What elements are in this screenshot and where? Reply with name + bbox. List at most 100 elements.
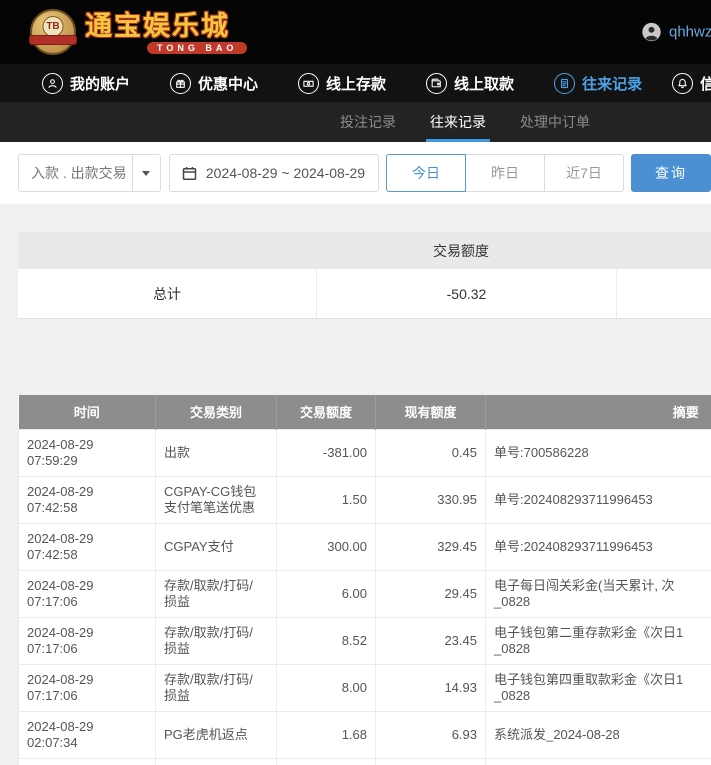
table-row: 2024-08-29 07:17:06 存款/取款/打码/ 损益 6.00 29… xyxy=(19,570,711,617)
date-range-value: 2024-08-29 ~ 2024-08-29 xyxy=(206,165,365,181)
bell-icon xyxy=(672,73,693,94)
table-row: 2024-08-29 07:17:06 存款/取款/打码/ 损益 8.00 14… xyxy=(19,664,711,711)
nav-label: 往来记录 xyxy=(582,73,642,94)
nav-label: 线上取款 xyxy=(454,73,514,94)
col-header-balance: 现有额度 xyxy=(376,395,486,429)
cell-amount: 1.48 xyxy=(277,758,376,765)
quick-filter-yesterday[interactable]: 昨日 xyxy=(465,154,545,192)
logo-tb-monogram: TB xyxy=(43,16,64,37)
table-row: 2024-08-29 02:07:34 PG老虎机返点 1.68 6.93 系统… xyxy=(19,711,711,758)
site-logo[interactable]: TB 通宝娱乐城 TONG BAO xyxy=(30,9,247,55)
nav-item-transactions[interactable]: 往来记录 xyxy=(554,73,642,94)
col-header-time: 时间 xyxy=(19,395,156,429)
cell-balance: 330.95 xyxy=(376,476,486,523)
cell-summary: 单号:700586228 xyxy=(486,429,711,476)
quick-filter-today[interactable]: 今日 xyxy=(386,154,466,192)
cell-summary: 电子钱包第二重存款彩金《次日1 _0828 xyxy=(486,617,711,664)
summary-total-label: 总计 xyxy=(18,269,317,318)
cell-type: CGPAY-CG钱包 支付笔笔送优惠 xyxy=(156,476,277,523)
cell-time: 2024-08-29 07:42:58 xyxy=(19,476,156,523)
col-header-summary: 摘要 xyxy=(486,395,711,429)
table-row: 2024-08-29 02:07:34 PP老虎机返点 1.48 5.25 系统… xyxy=(19,758,711,765)
cell-type: 出款 xyxy=(156,429,277,476)
cell-time: 2024-08-29 02:07:34 xyxy=(19,758,156,765)
transactions-table: 时间 交易类别 交易额度 现有额度 摘要 2024-08-29 07:59:29… xyxy=(18,395,711,765)
cell-summary: 电子钱包第四重取款彩金《次日1 _0828 xyxy=(486,664,711,711)
cell-type: 存款/取款/打码/ 损益 xyxy=(156,664,277,711)
nav-item-messages[interactable]: 信息 xyxy=(672,73,711,94)
date-range-input[interactable]: 2024-08-29 ~ 2024-08-29 xyxy=(169,154,379,192)
summary-empty-cell xyxy=(617,269,711,318)
nav-item-promotions[interactable]: 优惠中心 xyxy=(170,73,258,94)
table-row: 2024-08-29 07:59:29 出款 -381.00 0.45 单号:7… xyxy=(19,429,711,476)
cell-amount: 6.00 xyxy=(277,570,376,617)
cell-balance: 23.45 xyxy=(376,617,486,664)
quick-date-group: 今日 昨日 近7日 xyxy=(386,154,624,192)
cell-summary: 系统派发_2024-08-28 xyxy=(486,758,711,765)
logo-text: 通宝娱乐城 TONG BAO xyxy=(85,11,247,54)
deposit-icon xyxy=(298,73,319,94)
cell-balance: 329.45 xyxy=(376,523,486,570)
nav-label: 线上存款 xyxy=(326,73,386,94)
records-icon xyxy=(554,73,575,94)
nav-label: 优惠中心 xyxy=(198,73,258,94)
cell-balance: 14.93 xyxy=(376,664,486,711)
cell-time: 2024-08-29 07:17:06 xyxy=(19,617,156,664)
cell-summary: 单号:202408293711996453 xyxy=(486,523,711,570)
top-header: TB 通宝娱乐城 TONG BAO qhhwz xyxy=(0,0,711,64)
cell-time: 2024-08-29 07:59:29 xyxy=(19,429,156,476)
sub-navigation: 投注记录 往来记录 处理中订单 xyxy=(0,102,711,142)
nav-item-my-account[interactable]: 我的账户 xyxy=(42,73,130,94)
cell-amount: -381.00 xyxy=(277,429,376,476)
username: qhhwz xyxy=(669,24,711,41)
cell-time: 2024-08-29 07:42:58 xyxy=(19,523,156,570)
cell-amount: 8.52 xyxy=(277,617,376,664)
search-button[interactable]: 查询 xyxy=(631,154,711,192)
cell-time: 2024-08-29 02:07:34 xyxy=(19,711,156,758)
transaction-type-select[interactable]: 入款 . 出款交易 xyxy=(18,154,161,192)
cell-type: 存款/取款/打码/ 损益 xyxy=(156,617,277,664)
cell-type: CGPAY支付 xyxy=(156,523,277,570)
cell-type: PG老虎机返点 xyxy=(156,711,277,758)
summary-table: 交易额度 总计 -50.32 xyxy=(18,232,711,319)
gift-icon xyxy=(170,73,191,94)
withdraw-icon xyxy=(426,73,447,94)
summary-total-row: 总计 -50.32 xyxy=(18,269,711,318)
logo-title: 通宝娱乐城 xyxy=(85,11,247,41)
table-header: 时间 交易类别 交易额度 现有额度 摘要 xyxy=(19,395,711,429)
avatar-icon xyxy=(641,22,662,43)
cell-balance: 6.93 xyxy=(376,711,486,758)
table-row: 2024-08-29 07:17:06 存款/取款/打码/ 损益 8.52 23… xyxy=(19,617,711,664)
cell-amount: 1.68 xyxy=(277,711,376,758)
logo-ribbon xyxy=(29,35,77,45)
user-icon xyxy=(42,73,63,94)
cell-summary: 系统派发_2024-08-28 xyxy=(486,711,711,758)
logo-emblem-icon: TB xyxy=(30,9,76,55)
logo-subtitle-badge: TONG BAO xyxy=(147,42,247,54)
chevron-down-icon xyxy=(132,155,160,191)
tab-pending-orders[interactable]: 处理中订单 xyxy=(520,102,590,142)
tab-bet-records[interactable]: 投注记录 xyxy=(340,102,396,142)
cell-time: 2024-08-29 07:17:06 xyxy=(19,570,156,617)
cell-amount: 1.50 xyxy=(277,476,376,523)
cell-type: PP老虎机返点 xyxy=(156,758,277,765)
calendar-icon xyxy=(182,166,197,181)
user-account[interactable]: qhhwz xyxy=(641,22,711,43)
cell-balance: 0.45 xyxy=(376,429,486,476)
cell-time: 2024-08-29 07:17:06 xyxy=(19,664,156,711)
col-header-amount: 交易额度 xyxy=(277,395,376,429)
cell-summary: 单号:202408293711996453 xyxy=(486,476,711,523)
filter-bar: 入款 . 出款交易 2024-08-29 ~ 2024-08-29 今日 昨日 … xyxy=(0,142,711,204)
quick-filter-last7days[interactable]: 近7日 xyxy=(544,154,624,192)
tab-transaction-records[interactable]: 往来记录 xyxy=(430,102,486,142)
nav-item-deposit[interactable]: 线上存款 xyxy=(298,73,386,94)
col-header-type: 交易类别 xyxy=(156,395,277,429)
cell-amount: 8.00 xyxy=(277,664,376,711)
cell-summary: 电子每日闯关彩金(当天累计, 次 _0828 xyxy=(486,570,711,617)
table-row: 2024-08-29 07:42:58 CGPAY支付 300.00 329.4… xyxy=(19,523,711,570)
nav-label: 我的账户 xyxy=(70,73,130,94)
select-value: 入款 . 出款交易 xyxy=(19,163,127,183)
nav-item-withdraw[interactable]: 线上取款 xyxy=(426,73,514,94)
summary-header: 交易额度 xyxy=(18,232,711,269)
cell-balance: 29.45 xyxy=(376,570,486,617)
